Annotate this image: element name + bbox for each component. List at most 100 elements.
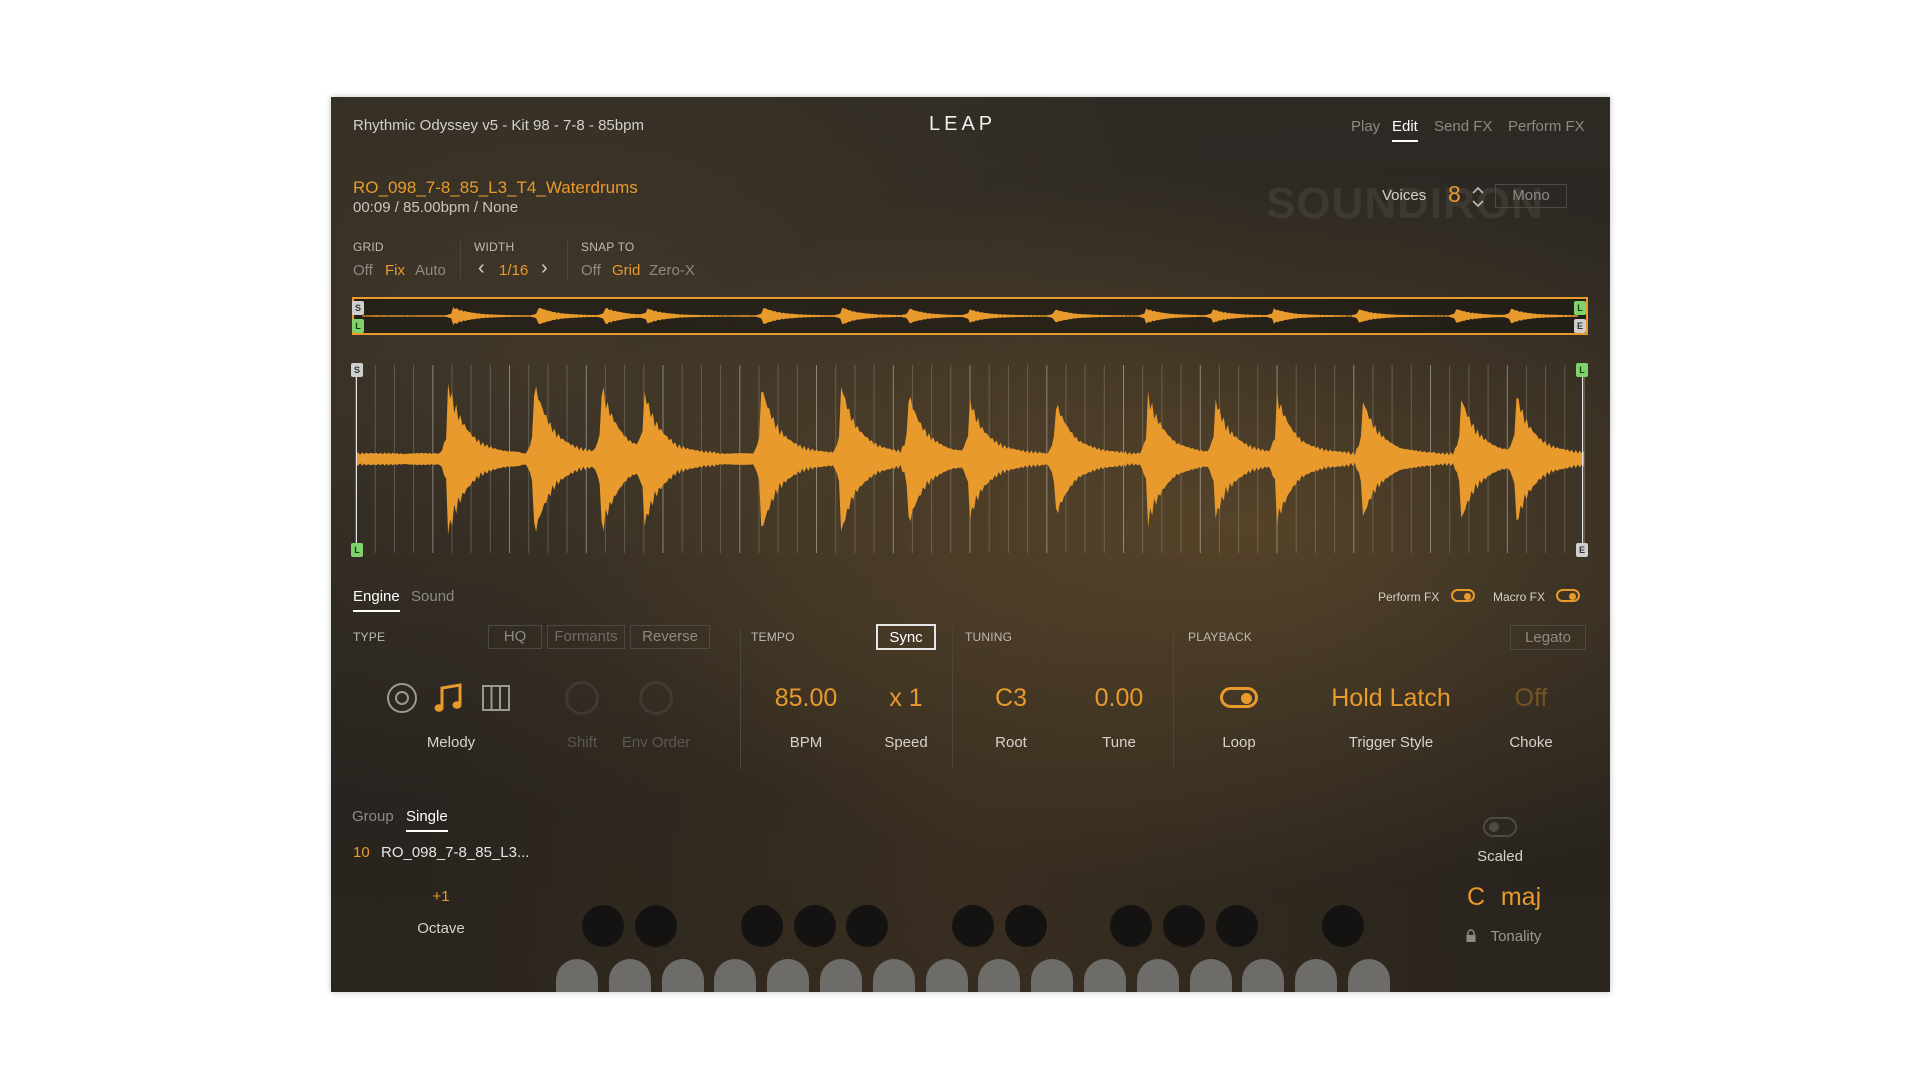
grid-label: GRID: [353, 240, 384, 254]
tab-single[interactable]: Single: [406, 808, 448, 832]
start-marker[interactable]: S: [351, 363, 363, 377]
root-value[interactable]: C3: [966, 684, 1056, 713]
end-marker[interactable]: E: [1576, 543, 1588, 557]
env-order-knob[interactable]: [639, 681, 673, 715]
overview-start-marker[interactable]: S: [352, 301, 364, 315]
tab-group[interactable]: Group: [352, 808, 394, 825]
slot-name[interactable]: RO_098_7-8_85_L3...: [381, 844, 529, 861]
type-mode-label: Melody: [426, 734, 476, 751]
grid-auto[interactable]: Auto: [415, 262, 446, 279]
tuning-label: TUNING: [965, 630, 1013, 644]
snap-off[interactable]: Off: [581, 262, 601, 279]
white-key[interactable]: [767, 959, 810, 992]
white-key[interactable]: [1348, 959, 1390, 992]
sample-name: RO_098_7-8_85_L3_T4_Waterdrums: [353, 178, 638, 197]
overview-loop-start-marker[interactable]: L: [352, 319, 364, 333]
root-label: Root: [995, 734, 1027, 751]
tab-engine[interactable]: Engine: [353, 588, 400, 612]
black-key[interactable]: [846, 905, 889, 947]
leap-plugin-window: SOUNDIRON Rhythmic Odyssey v5 - Kit 98 -…: [331, 97, 1610, 992]
voices-value[interactable]: 8: [1448, 181, 1461, 208]
macro-fx-toggle[interactable]: [1556, 589, 1580, 602]
tempo-label: TEMPO: [751, 630, 795, 644]
reverse-button[interactable]: Reverse: [630, 625, 710, 649]
overview-loop-end-marker[interactable]: L: [1574, 301, 1586, 315]
white-key[interactable]: [1031, 959, 1074, 992]
scaled-toggle[interactable]: [1483, 817, 1517, 837]
loop-label: Loop: [1222, 734, 1256, 751]
tab-perform-fx[interactable]: Perform FX: [1508, 118, 1585, 135]
perform-fx-toggle[interactable]: [1451, 589, 1475, 602]
tab-play[interactable]: Play: [1351, 118, 1380, 135]
slice-mode-icon[interactable]: [481, 683, 511, 713]
bpm-value[interactable]: 85.00: [751, 684, 861, 713]
scale-mode[interactable]: maj: [1496, 883, 1546, 912]
tab-edit[interactable]: Edit: [1392, 118, 1418, 142]
black-key[interactable]: [952, 905, 994, 947]
tab-send-fx[interactable]: Send FX: [1434, 118, 1492, 135]
env-order-label: Env Order: [621, 734, 691, 751]
waveform-main[interactable]: [352, 359, 1588, 559]
white-key[interactable]: [820, 959, 862, 992]
white-key[interactable]: [608, 959, 651, 992]
lock-icon[interactable]: [1465, 929, 1477, 943]
playback-label: PLAYBACK: [1188, 630, 1253, 644]
grid-off[interactable]: Off: [353, 262, 373, 279]
width-next-icon[interactable]: ›: [541, 257, 548, 280]
black-key[interactable]: [635, 905, 678, 947]
legato-button[interactable]: Legato: [1510, 625, 1586, 650]
white-key[interactable]: [1189, 959, 1232, 992]
width-value: 1/16: [499, 262, 529, 279]
black-key[interactable]: [740, 905, 783, 947]
mono-button[interactable]: Mono: [1495, 184, 1567, 208]
black-key[interactable]: [1110, 905, 1153, 947]
choke-value[interactable]: Off: [1491, 684, 1571, 713]
leap-logo: LEAP: [929, 113, 997, 135]
black-key[interactable]: [1216, 905, 1258, 947]
snap-grid[interactable]: Grid: [612, 262, 640, 279]
shift-knob[interactable]: [565, 681, 599, 715]
tune-label: Tune: [1102, 734, 1136, 751]
white-key[interactable]: [1295, 959, 1338, 992]
tune-value[interactable]: 0.00: [1064, 684, 1174, 713]
perform-fx-label: Perform FX: [1378, 590, 1440, 604]
octave-value[interactable]: +1: [411, 888, 471, 905]
white-key[interactable]: [714, 959, 757, 992]
grid-fix[interactable]: Fix: [385, 262, 405, 279]
white-key[interactable]: [925, 959, 968, 992]
white-key[interactable]: [1242, 959, 1285, 992]
preset-title: Rhythmic Odyssey v5 - Kit 98 - 7-8 - 85b…: [353, 117, 644, 134]
black-key[interactable]: [1004, 905, 1047, 947]
waveform-overview[interactable]: [352, 297, 1588, 335]
speed-label: Speed: [884, 734, 928, 751]
white-key[interactable]: [872, 959, 915, 992]
black-key[interactable]: [1321, 905, 1364, 947]
melody-mode-icon[interactable]: [431, 681, 465, 715]
black-key[interactable]: [582, 905, 625, 947]
loop-toggle[interactable]: [1220, 687, 1258, 708]
texture-mode-icon[interactable]: [385, 681, 419, 715]
black-key[interactable]: [793, 905, 836, 947]
white-key[interactable]: [556, 959, 598, 992]
white-key[interactable]: [1136, 959, 1179, 992]
width-prev-icon[interactable]: ‹: [478, 257, 485, 280]
loop-start-marker[interactable]: L: [351, 543, 363, 557]
formants-button[interactable]: Formants: [547, 625, 625, 649]
snap-zero-x[interactable]: Zero-X: [649, 262, 695, 279]
trigger-style-label: Trigger Style: [1348, 734, 1434, 751]
white-key[interactable]: [978, 959, 1021, 992]
scale-key[interactable]: C: [1461, 883, 1491, 912]
type-label: TYPE: [353, 630, 386, 644]
overview-end-marker[interactable]: E: [1574, 319, 1586, 333]
voices-stepper-icon[interactable]: [1471, 184, 1485, 210]
white-key[interactable]: [1084, 959, 1126, 992]
sample-info: 00:09 / 85.00bpm / None: [353, 199, 519, 216]
tab-sound[interactable]: Sound: [411, 588, 454, 605]
white-key[interactable]: [661, 959, 704, 992]
sync-button[interactable]: Sync: [876, 624, 936, 650]
loop-end-marker[interactable]: L: [1576, 363, 1588, 377]
trigger-style-value[interactable]: Hold Latch: [1311, 684, 1471, 713]
black-key[interactable]: [1163, 905, 1206, 947]
speed-value[interactable]: x 1: [861, 684, 951, 713]
hq-button[interactable]: HQ: [488, 625, 542, 649]
